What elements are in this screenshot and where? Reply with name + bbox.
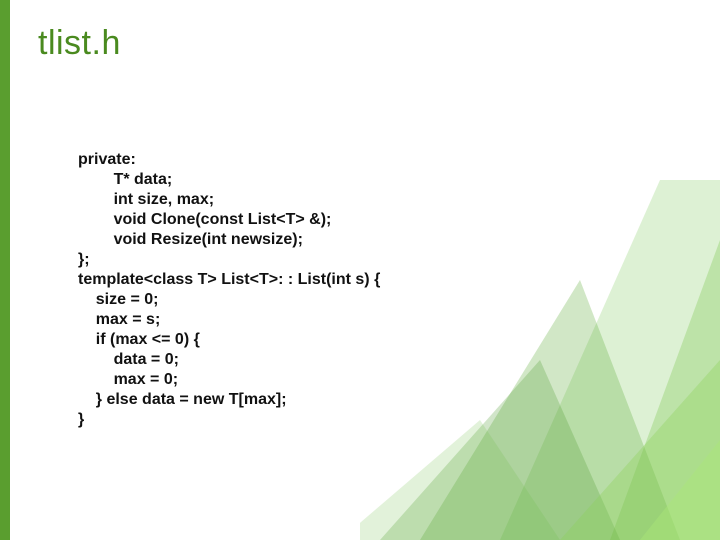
slide: tlist.h private: T* data; int size, max;… <box>0 0 720 540</box>
accent-bar <box>0 0 10 540</box>
page-title: tlist.h <box>38 24 121 63</box>
background-decoration <box>360 180 720 540</box>
code-block: private: T* data; int size, max; void Cl… <box>78 150 380 430</box>
